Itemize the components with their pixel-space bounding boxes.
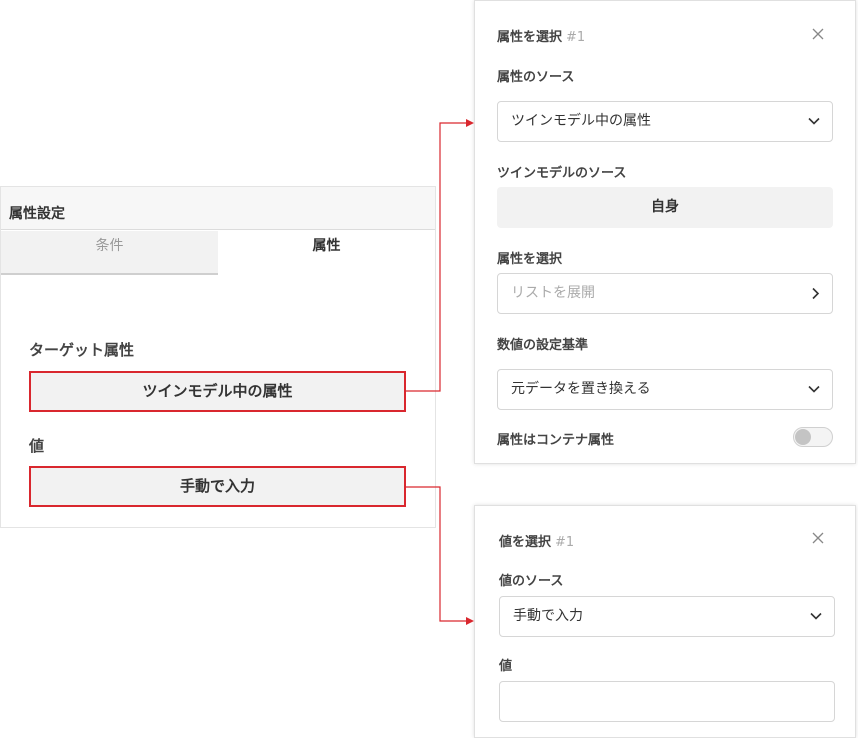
twin-model-source-value: 自身 (497, 187, 833, 228)
attribute-list-placeholder: リストを展開 (511, 285, 595, 301)
value-source-select[interactable]: 手動で入力 (499, 596, 835, 637)
target-attribute-label: ターゲット属性 (29, 341, 135, 359)
value-input-label: 値 (499, 659, 513, 674)
value-basis-label: 数値の設定基準 (497, 338, 589, 353)
value-source-value: 手動で入力 (513, 608, 583, 624)
select-attribute-dialog: 属性を選択 #1 属性のソース ツインモデル中の属性 ツインモデルのソース 自身 … (474, 0, 856, 464)
close-icon[interactable] (811, 27, 825, 41)
attribute-settings-panel: 属性設定 条件 属性 ターゲット属性 ツインモデル中の属性 値 手動で入力 (0, 186, 436, 528)
attribute-source-select[interactable]: ツインモデル中の属性 (497, 101, 833, 142)
chevron-down-icon (808, 117, 820, 125)
value-label: 値 (29, 437, 45, 455)
value-input[interactable] (499, 681, 835, 722)
twin-model-source-label: ツインモデルのソース (497, 166, 627, 181)
panel-title: 属性設定 (1, 187, 435, 230)
attribute-source-label: 属性のソース (497, 70, 575, 85)
attribute-source-value: ツインモデル中の属性 (511, 113, 651, 129)
value-source-label: 値のソース (499, 574, 564, 589)
dialog-title-text: 値を選択 (499, 535, 552, 550)
tab-attributes[interactable]: 属性 (218, 231, 435, 275)
dialog-number: #1 (555, 535, 575, 550)
value-basis-value: 元データを置き換える (511, 381, 651, 397)
attribute-list-expander[interactable]: リストを展開 (497, 273, 833, 314)
select-value-dialog: 値を選択 #1 値のソース 手動で入力 値 (474, 505, 856, 738)
toggle-knob (795, 429, 811, 445)
value-basis-select[interactable]: 元データを置き換える (497, 369, 833, 410)
dialog-title: 属性を選択 #1 (497, 26, 585, 45)
select-attribute-label: 属性を選択 (497, 252, 563, 267)
chevron-down-icon (810, 612, 822, 620)
dialog-title: 値を選択 #1 (499, 531, 574, 550)
close-icon[interactable] (811, 531, 825, 545)
dialog-number: #1 (566, 30, 586, 45)
chevron-down-icon (808, 385, 820, 393)
dialog-title-text: 属性を選択 (497, 30, 563, 45)
target-attribute-field[interactable]: ツインモデル中の属性 (29, 371, 406, 412)
value-field[interactable]: 手動で入力 (29, 466, 406, 507)
container-attribute-label: 属性はコンテナ属性 (497, 433, 615, 448)
chevron-right-icon (812, 287, 820, 300)
container-attribute-toggle[interactable] (793, 427, 833, 447)
tab-conditions[interactable]: 条件 (1, 231, 218, 275)
